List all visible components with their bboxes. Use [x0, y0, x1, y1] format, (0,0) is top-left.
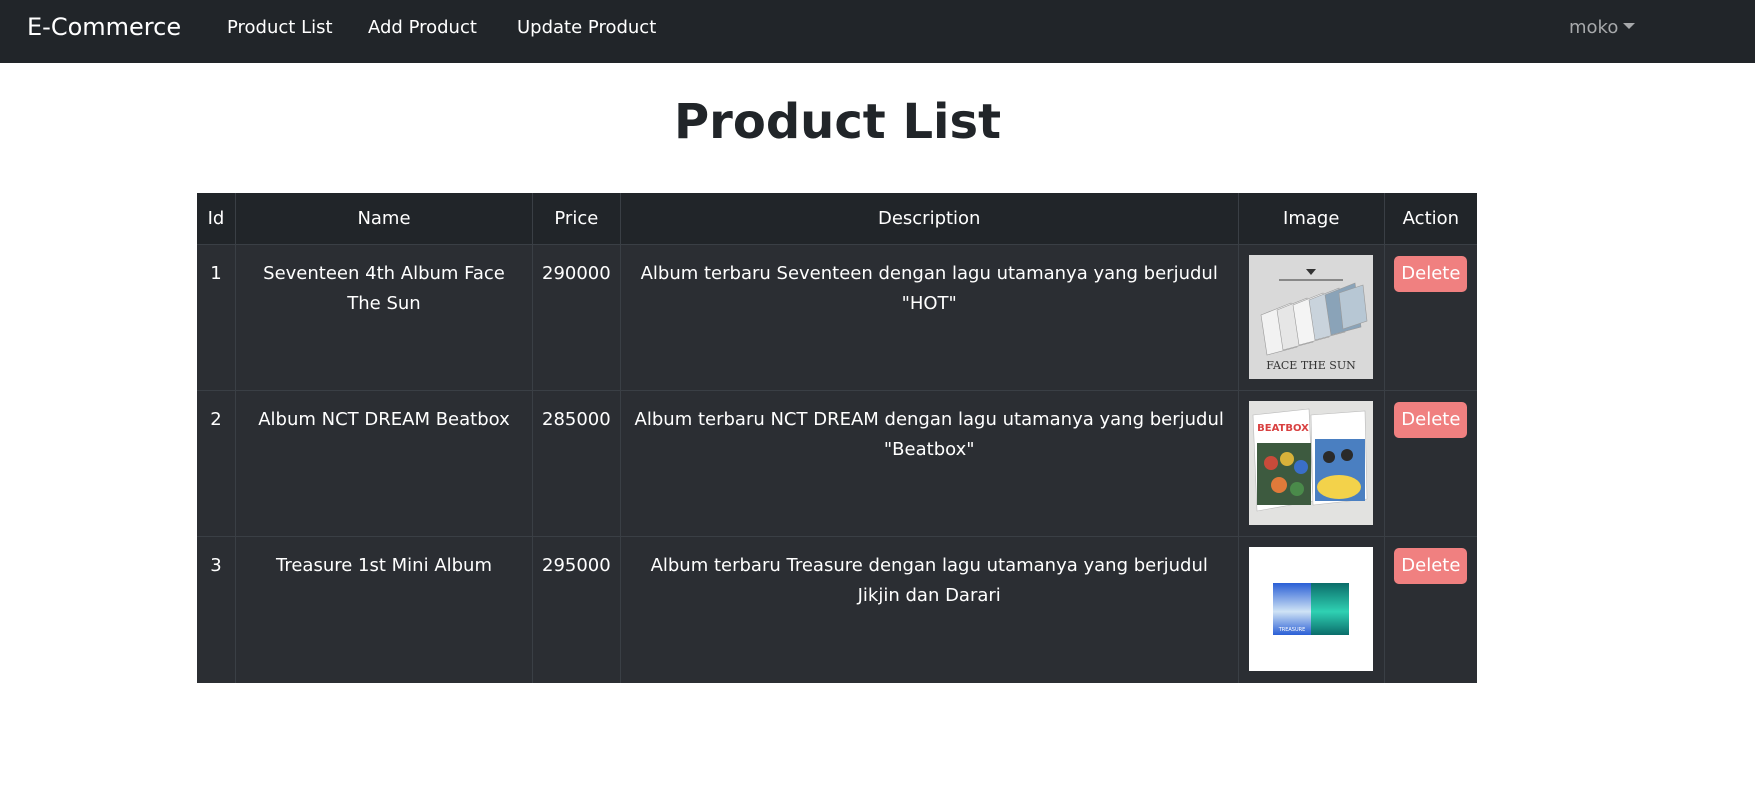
table-row: 3 Treasure 1st Mini Album 295000 Album t… — [197, 536, 1477, 683]
product-image: TREASURE — [1249, 547, 1374, 671]
header-description: Description — [619, 193, 1239, 245]
header-name: Name — [235, 193, 533, 245]
cell-image: TREASURE — [1237, 536, 1385, 683]
nav-update-product[interactable]: Update Product — [517, 17, 656, 38]
cell-name: Treasure 1st Mini Album — [235, 536, 533, 683]
image-caption-text: TREASURE — [1278, 627, 1306, 633]
cell-image: BEATBOX — [1237, 390, 1385, 537]
caret-down-icon — [1623, 23, 1636, 29]
cell-price: 285000 — [532, 390, 621, 537]
cell-description: Album terbaru Seventeen dengan lagu utam… — [619, 244, 1239, 391]
nav-product-list[interactable]: Product List — [227, 17, 333, 38]
top-navbar: E-Commerce Product List Add Product Upda… — [0, 0, 1755, 63]
page-title: Product List — [673, 94, 1002, 150]
cell-image: FACE THE SUN — [1237, 244, 1385, 391]
delete-button[interactable]: Delete — [1394, 256, 1468, 292]
table-header-row: Id Name Price Description Image Action — [197, 193, 1477, 245]
user-name: moko — [1569, 17, 1619, 38]
cell-id: 1 — [197, 244, 236, 391]
table-row: 2 Album NCT DREAM Beatbox 285000 Album t… — [197, 390, 1477, 537]
image-caption-text: FACE THE SUN — [1266, 359, 1356, 372]
cell-description: Album terbaru NCT DREAM dengan lagu utam… — [619, 390, 1239, 537]
cell-id: 2 — [197, 390, 236, 537]
header-action: Action — [1383, 193, 1477, 245]
header-image: Image — [1237, 193, 1385, 245]
cell-description: Album terbaru Treasure dengan lagu utama… — [619, 536, 1239, 683]
cell-action: Delete — [1383, 244, 1477, 391]
cell-action: Delete — [1383, 536, 1477, 683]
table-row: 1 Seventeen 4th Album Face The Sun 29000… — [197, 244, 1477, 391]
header-id: Id — [197, 193, 236, 245]
cell-name: Seventeen 4th Album Face The Sun — [235, 244, 533, 391]
nav-add-product[interactable]: Add Product — [368, 17, 477, 38]
product-image: FACE THE SUN — [1249, 255, 1374, 379]
product-image: BEATBOX — [1249, 401, 1374, 525]
delete-button[interactable]: Delete — [1394, 548, 1468, 584]
cell-id: 3 — [197, 536, 236, 683]
cell-action: Delete — [1383, 390, 1477, 537]
user-dropdown[interactable]: moko — [1569, 17, 1636, 38]
delete-button[interactable]: Delete — [1394, 402, 1468, 438]
cell-name: Album NCT DREAM Beatbox — [235, 390, 533, 537]
header-price: Price — [532, 193, 621, 245]
cell-price: 295000 — [532, 536, 621, 683]
cell-price: 290000 — [532, 244, 621, 391]
brand-link[interactable]: E-Commerce — [27, 13, 181, 41]
image-caption-text: BEATBOX — [1257, 423, 1309, 434]
product-table: Id Name Price Description Image Action 1… — [197, 193, 1477, 683]
